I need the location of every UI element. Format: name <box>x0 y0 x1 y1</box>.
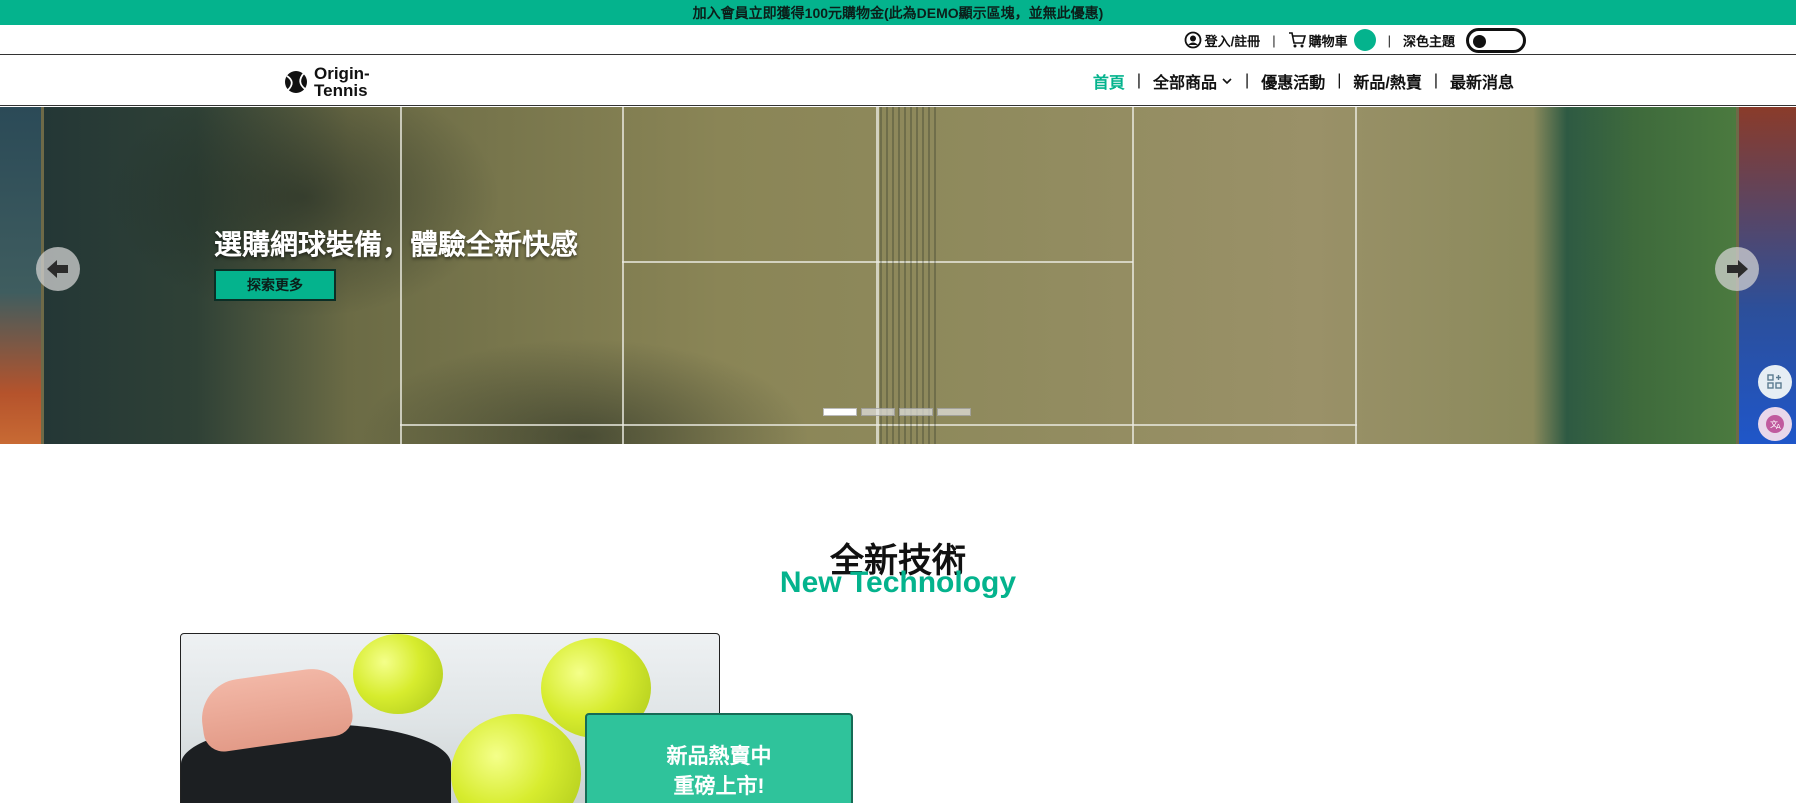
new-arrival-text: 新品熱賣中 重磅上市! <box>585 742 853 802</box>
login-register-link[interactable]: 登入/註冊 <box>1184 31 1261 50</box>
site-logo[interactable]: Origin- Tennis <box>284 65 370 99</box>
arrow-left-icon <box>47 260 68 278</box>
carousel-indicators <box>823 408 971 416</box>
utility-divider: | <box>1387 32 1391 48</box>
court-line <box>1132 107 1134 444</box>
translate-icon: 文 A <box>1766 415 1784 433</box>
previous-slide-peek <box>0 107 41 444</box>
tennis-net <box>880 107 940 444</box>
tennis-ball <box>353 634 443 714</box>
nav-home[interactable]: 首頁 <box>1093 69 1125 93</box>
cart-icon <box>1288 32 1306 48</box>
toggle-knob <box>1473 34 1486 48</box>
court-line <box>622 107 624 444</box>
logo-line-2: Tennis <box>314 81 368 100</box>
utility-bar: 登入/註冊 | 購物車 | 深色主題 <box>0 25 1796 55</box>
login-register-label: 登入/註冊 <box>1204 33 1261 49</box>
cart-count-badge <box>1353 29 1376 51</box>
nav-all-products[interactable]: 全部商品 <box>1153 69 1233 93</box>
section-subtitle: New Technology <box>779 566 1017 599</box>
carousel-dot[interactable] <box>861 408 895 416</box>
utility-links: 登入/註冊 | 購物車 | 深色主題 <box>1184 25 1526 55</box>
court-line <box>876 107 879 444</box>
floating-translate-button[interactable]: 文 A <box>1758 407 1792 441</box>
main-nav: 首頁 | 全部商品 | 優惠活動 | 新品/熱賣 | 最新消息 <box>1093 56 1514 106</box>
explore-more-button[interactable]: 探索更多 <box>214 269 336 301</box>
nav-all-products-label: 全部商品 <box>1153 75 1218 92</box>
dark-theme-toggle[interactable] <box>1466 27 1526 53</box>
nav-divider: | <box>1136 72 1142 89</box>
cart-label: 購物車 <box>1308 33 1348 49</box>
court-line <box>622 261 1133 263</box>
carousel-dot[interactable] <box>823 408 857 416</box>
announcement-text: 加入會員立即獲得100元購物金(此為DEMO顯示區塊，並無此優惠) <box>692 4 1104 21</box>
hero-title: 選購網球裝備，體驗全新快感 <box>214 229 579 260</box>
court-line <box>400 424 1357 426</box>
logo-line-1: Origin- <box>314 64 370 83</box>
nav-divider: | <box>1433 72 1438 89</box>
court-line <box>400 107 402 444</box>
utility-divider: | <box>1272 32 1276 48</box>
svg-text:A: A <box>1776 423 1781 431</box>
logo-text: Origin- Tennis <box>314 65 370 99</box>
floating-widget-button[interactable] <box>1758 365 1792 399</box>
carousel-dot[interactable] <box>899 408 933 416</box>
dark-theme-label: 深色主題 <box>1402 33 1455 49</box>
user-circle-icon <box>1184 31 1201 49</box>
announcement-bar: 加入會員立即獲得100元購物金(此為DEMO顯示區塊，並無此優惠) <box>0 0 1796 25</box>
cart-link[interactable]: 購物車 <box>1288 29 1376 51</box>
new-arrival-line-2: 重磅上市! <box>673 775 765 798</box>
grid-add-icon <box>1767 374 1782 389</box>
court-line <box>1355 107 1357 444</box>
arrow-right-icon <box>1727 260 1748 278</box>
chevron-down-icon <box>1222 78 1232 85</box>
carousel-dot[interactable] <box>937 408 971 416</box>
main-header: Origin- Tennis 首頁 | 全部商品 | 優惠活動 | 新品/熱賣 … <box>0 56 1796 106</box>
carousel-next-button[interactable] <box>1715 247 1759 291</box>
nav-promotions[interactable]: 優惠活動 <box>1261 69 1325 93</box>
nav-divider: | <box>1337 72 1342 89</box>
tennis-ball-logo-icon <box>285 71 307 93</box>
nav-news[interactable]: 最新消息 <box>1450 69 1514 93</box>
new-arrival-line-1: 新品熱賣中 <box>666 745 772 768</box>
nav-divider: | <box>1245 72 1250 89</box>
carousel-prev-button[interactable] <box>36 247 80 291</box>
nav-new-hot[interactable]: 新品/熱賣 <box>1353 69 1421 93</box>
